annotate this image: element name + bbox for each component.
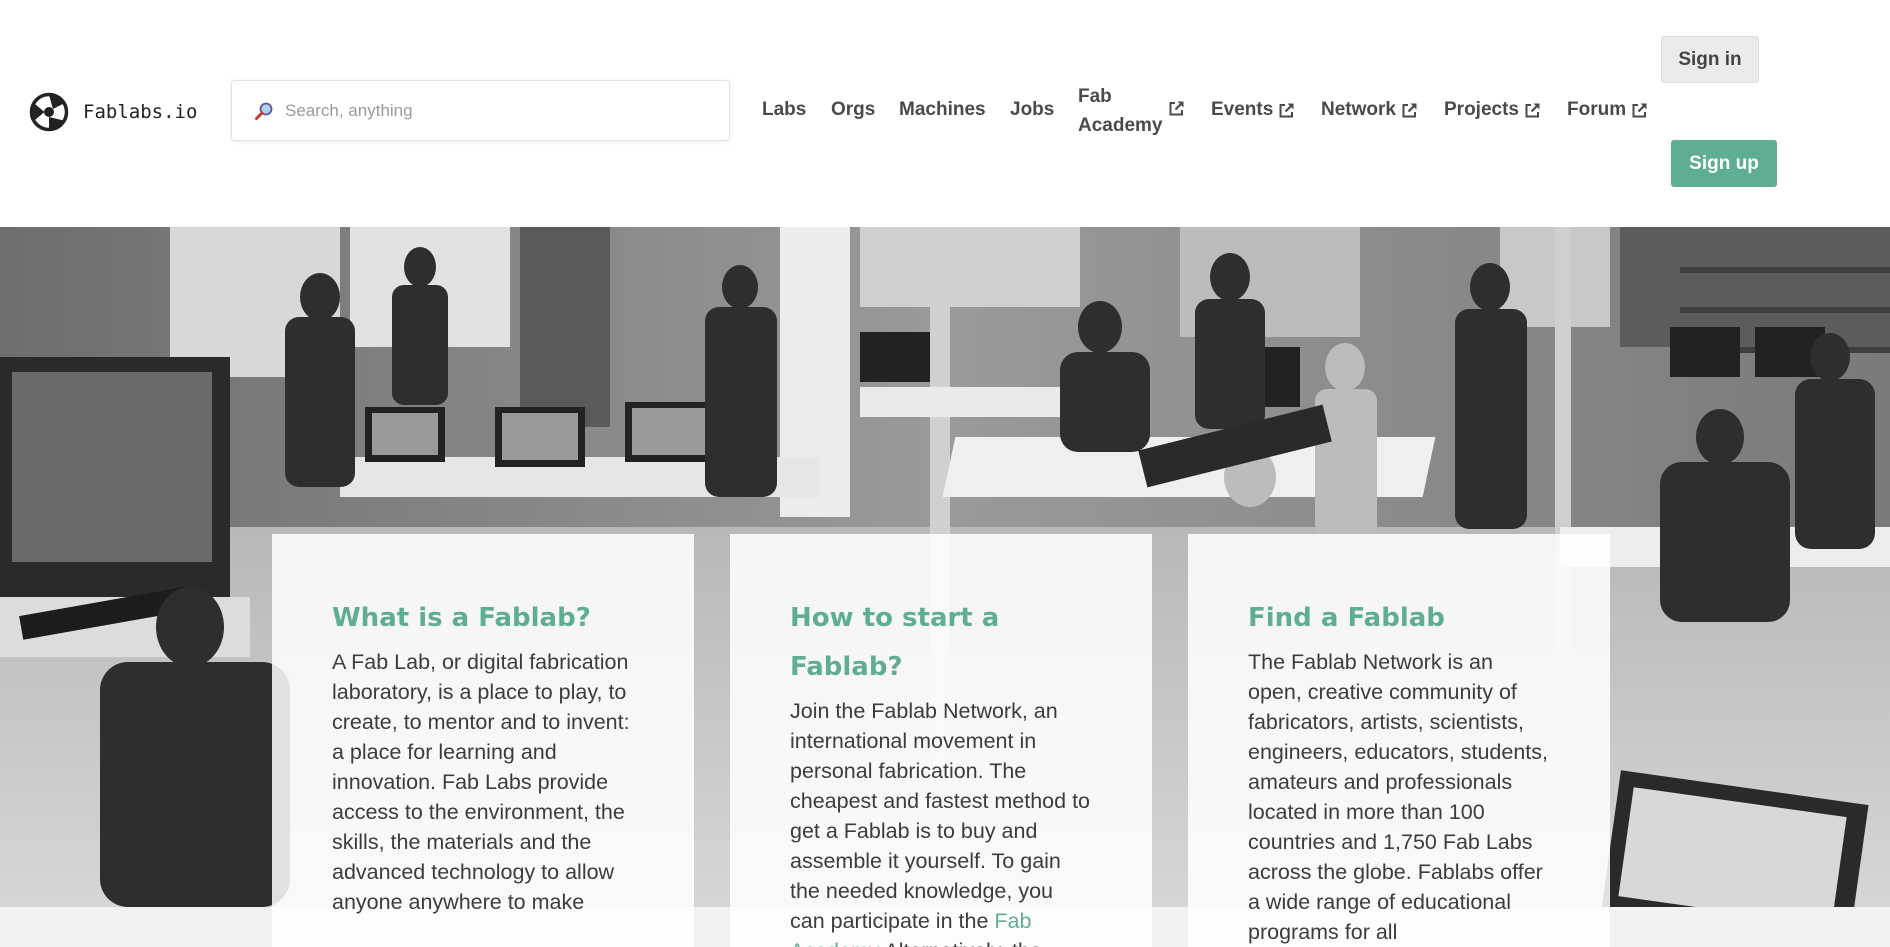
- nav-fab-academy-label: Fab Academy: [1078, 86, 1163, 136]
- nav-fab-academy[interactable]: Fab Academy: [1078, 82, 1168, 140]
- nav-events-label: Events: [1211, 99, 1274, 120]
- card-find-title: Find a Fablab: [1248, 603, 1445, 633]
- card-find-fablab: Find a Fablab The Fablab Network is an o…: [1188, 534, 1610, 947]
- logo-link[interactable]: Fablabs.io: [29, 92, 197, 132]
- card-how-body-end: Alternatively, the: [880, 939, 1041, 947]
- nav-machines[interactable]: Machines: [899, 96, 986, 124]
- card-how-body-start: Join the Fablab Network, an internationa…: [790, 699, 1091, 933]
- external-link-icon: [1169, 101, 1184, 116]
- external-link-icon: [1525, 103, 1540, 117]
- nav-projects-label: Projects: [1444, 99, 1519, 120]
- nav-jobs-label: Jobs: [1010, 99, 1055, 120]
- external-link-icon: [1632, 103, 1647, 117]
- nav-orgs[interactable]: Orgs: [831, 96, 875, 124]
- fablab-logo-icon: [29, 92, 69, 132]
- sign-in-button[interactable]: Sign in: [1661, 36, 1759, 83]
- sign-up-button[interactable]: Sign up: [1671, 140, 1777, 187]
- nav-forum[interactable]: Forum: [1567, 96, 1648, 124]
- search-box[interactable]: [231, 80, 730, 141]
- logo-text: Fablabs.io: [83, 101, 198, 123]
- nav-projects[interactable]: Projects: [1444, 96, 1541, 124]
- nav-machines-label: Machines: [899, 99, 986, 120]
- card-find-body: The Fablab Network is an open, creative …: [1248, 650, 1548, 944]
- search-input[interactable]: [285, 100, 685, 121]
- site-header: Fablabs.io Labs Orgs Machines Jobs Fab A…: [0, 0, 1890, 227]
- card-what-is-fablab: What is a Fablab? A Fab Lab, or digital …: [272, 534, 694, 947]
- search-icon: [255, 102, 273, 120]
- card-how-to-start: How to start a Fablab? Join the Fablab N…: [730, 534, 1152, 947]
- card-how-body: Join the Fablab Network, an internationa…: [790, 696, 1092, 947]
- nav-labs[interactable]: Labs: [762, 96, 806, 124]
- card-how-title: How to start a Fablab?: [790, 603, 1000, 682]
- card-what-title: What is a Fablab?: [332, 603, 591, 633]
- external-link-icon: [1402, 103, 1417, 117]
- nav-network[interactable]: Network: [1321, 96, 1418, 124]
- external-link-icon: [1279, 103, 1294, 117]
- nav-events[interactable]: Events: [1211, 96, 1295, 124]
- nav-forum-label: Forum: [1567, 99, 1627, 120]
- card-what-body: A Fab Lab, or digital fabrication labora…: [332, 650, 630, 914]
- nav-jobs[interactable]: Jobs: [1010, 96, 1054, 124]
- nav-network-label: Network: [1321, 99, 1396, 120]
- nav-orgs-label: Orgs: [831, 99, 876, 120]
- nav-labs-label: Labs: [762, 99, 807, 120]
